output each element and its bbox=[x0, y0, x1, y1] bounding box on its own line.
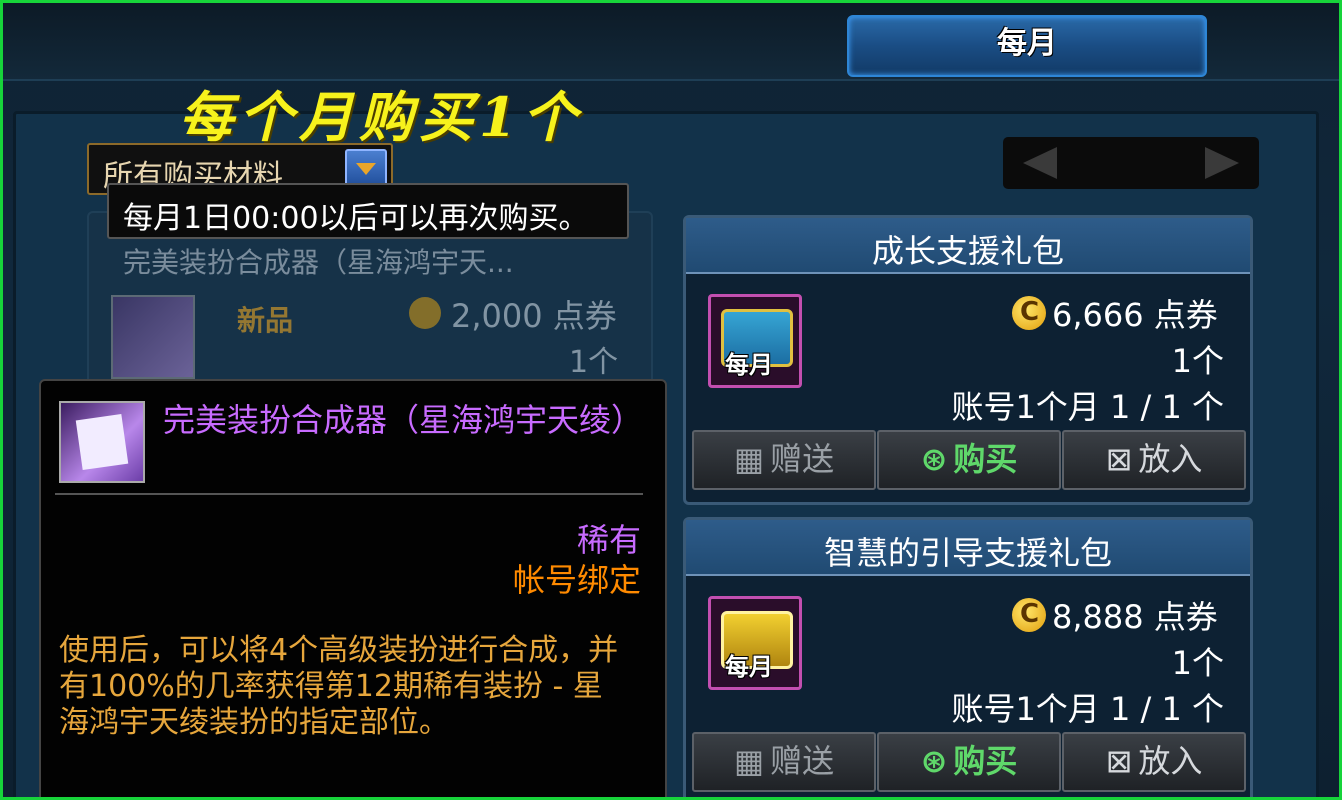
product-card: 智慧的引导支援礼包 每月 8,888 点券 1个 账号1个月 1 / 1 个 ▦… bbox=[683, 517, 1253, 797]
add-to-cart-button[interactable]: ⊠ 放入 bbox=[1062, 732, 1246, 792]
monthly-tag: 每月 bbox=[725, 653, 773, 681]
item-detail-tooltip: 完美装扮合成器（星海鸿宇天绫） 稀有 帐号绑定 使用后，可以将4个高级装扮进行合… bbox=[39, 379, 667, 797]
screen-frame: 每月 每个月购买1个 所有购买材料 完美装扮合成器（星海鸿宇天... 新品 2,… bbox=[0, 0, 1342, 800]
buy-icon: ⊛ bbox=[920, 440, 948, 478]
pager bbox=[1003, 137, 1259, 189]
add-to-cart-button[interactable]: ⊠ 放入 bbox=[1062, 430, 1246, 490]
purchase-limit: 账号1个月 1 / 1 个 bbox=[951, 690, 1224, 728]
coupon-icon bbox=[1012, 296, 1046, 330]
buy-button[interactable]: ⊛ 购买 bbox=[877, 430, 1061, 490]
tab-monthly[interactable]: 每月 bbox=[847, 15, 1207, 77]
product-icon[interactable]: 每月 bbox=[708, 596, 802, 690]
gift-icon: ▦ bbox=[733, 440, 765, 478]
overlay-caption: 每个月购买1个 bbox=[179, 85, 583, 149]
product-icon[interactable]: 每月 bbox=[708, 294, 802, 388]
coupon-icon bbox=[1012, 598, 1046, 632]
product-card-header: 智慧的引导支援礼包 bbox=[686, 520, 1250, 576]
product-qty: 1个 bbox=[1171, 342, 1224, 380]
item-icon bbox=[59, 401, 145, 483]
item-qty: 1个 bbox=[569, 345, 619, 380]
next-page-icon[interactable] bbox=[1205, 147, 1239, 179]
divider bbox=[55, 493, 643, 495]
item-name: 完美装扮合成器（星海鸿宇天绫） bbox=[163, 401, 644, 439]
prev-page-icon[interactable] bbox=[1023, 147, 1057, 179]
tooltip-text: 每月1日00:00以后可以再次购买。 bbox=[123, 201, 589, 236]
product-title: 成长支援礼包 bbox=[871, 232, 1064, 270]
product-price: 8,888 点券 bbox=[1052, 598, 1218, 636]
cart-icon: ⊠ bbox=[1105, 440, 1133, 478]
top-bar: 每月 bbox=[3, 3, 1339, 81]
coupon-icon bbox=[409, 297, 441, 329]
purchase-reset-tooltip: 每月1日00:00以后可以再次购买。 bbox=[107, 183, 629, 239]
buy-icon: ⊛ bbox=[920, 742, 948, 780]
cart-icon: ⊠ bbox=[1105, 742, 1133, 780]
product-price: 6,666 点券 bbox=[1052, 296, 1218, 334]
gift-icon: ▦ bbox=[733, 742, 765, 780]
product-title: 智慧的引导支援礼包 bbox=[823, 534, 1112, 572]
item-price: 2,000 点券 bbox=[451, 297, 617, 335]
item-bind-type: 帐号绑定 bbox=[512, 561, 641, 599]
product-qty: 1个 bbox=[1171, 644, 1224, 682]
gift-button[interactable]: ▦ 赠送 bbox=[692, 732, 876, 792]
item-description: 使用后，可以将4个高级装扮进行合成，并有100%的几率获得第12期稀有装扮 - … bbox=[59, 633, 619, 740]
product-card: 成长支援礼包 每月 6,666 点券 1个 账号1个月 1 / 1 个 ▦赠送 … bbox=[683, 215, 1253, 505]
item-card-title: 完美装扮合成器（星海鸿宇天... bbox=[123, 246, 514, 279]
new-badge: 新品 bbox=[237, 304, 294, 337]
product-card-header: 成长支援礼包 bbox=[686, 218, 1250, 274]
monthly-tag: 每月 bbox=[725, 351, 773, 379]
buy-button[interactable]: ⊛ 购买 bbox=[877, 732, 1061, 792]
purchase-limit: 账号1个月 1 / 1 个 bbox=[951, 388, 1224, 426]
gift-button[interactable]: ▦ 赠送 bbox=[692, 430, 876, 490]
item-icon bbox=[111, 295, 195, 379]
